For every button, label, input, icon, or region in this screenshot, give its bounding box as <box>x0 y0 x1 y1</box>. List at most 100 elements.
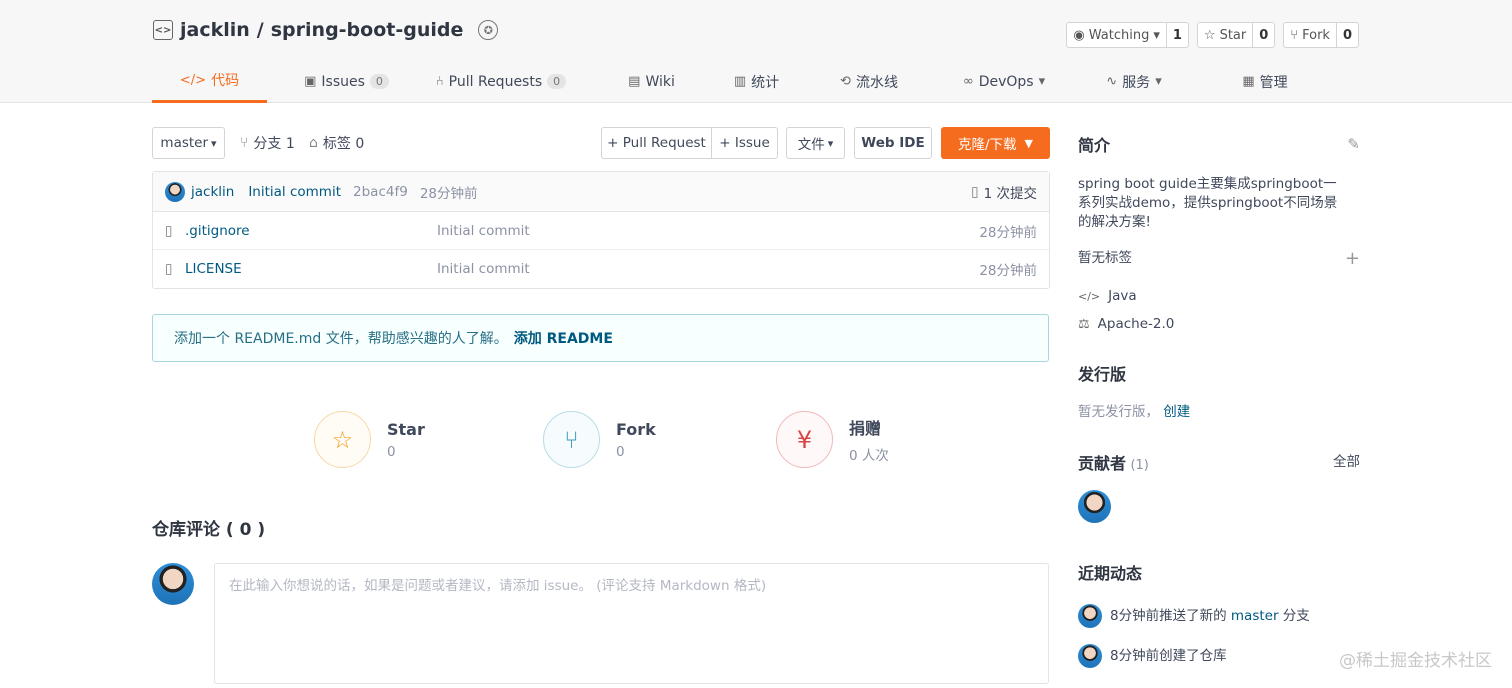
table-row[interactable]: ▯ .gitignore Initial commit 28分钟前 <box>153 212 1049 250</box>
pulse-icon: ∿ <box>1106 74 1118 89</box>
star-icon: ☆ <box>314 411 371 468</box>
avatar[interactable] <box>1078 490 1111 523</box>
releases-title: 发行版 <box>1078 365 1127 384</box>
tab-wiki[interactable]: ▤ Wiki <box>614 60 689 103</box>
tab-devops-label: DevOps <box>978 73 1034 90</box>
commit-time: 28分钟前 <box>419 185 478 202</box>
new-issue-button[interactable]: + Issue <box>711 127 778 159</box>
caret-down-icon: ▾ <box>1153 27 1160 43</box>
commit-author[interactable]: jacklin <box>191 184 234 200</box>
watch-count[interactable]: 1 <box>1165 23 1188 47</box>
issues-icon: ▣ <box>304 74 317 89</box>
tags-link[interactable]: ⌂ 标签 0 <box>309 127 364 159</box>
scale-icon: ⚖ <box>1078 317 1090 332</box>
watch-label: Watching <box>1088 27 1150 43</box>
bar-chart-icon: ▥ <box>733 74 747 89</box>
language-link[interactable]: Java <box>1108 287 1137 306</box>
file-commit-message[interactable]: Initial commit <box>437 261 530 277</box>
add-readme-link[interactable]: 添加 README <box>514 328 613 348</box>
fork-stat-label: Fork <box>616 419 656 439</box>
branches-link[interactable]: ⑂ 分支 1 <box>240 127 295 159</box>
badge-icon[interactable]: ✪ <box>478 20 499 40</box>
code-repo-icon: <> <box>153 20 173 40</box>
file-name[interactable]: .gitignore <box>185 223 437 239</box>
new-pull-request-button[interactable]: + Pull Request <box>601 127 712 159</box>
file-icon: ▯ <box>971 183 979 200</box>
repo-name[interactable]: spring-boot-guide <box>271 19 464 41</box>
tab-manage[interactable]: ▦ 管理 <box>1230 60 1300 103</box>
file-name[interactable]: LICENSE <box>185 261 437 277</box>
tab-services-label: 服务 <box>1122 74 1151 91</box>
contributors-title: 贡献者 <box>1078 454 1127 473</box>
watch-button[interactable]: ◉ Watching ▾ 1 <box>1066 22 1189 48</box>
table-row[interactable]: ▯ LICENSE Initial commit 28分钟前 <box>153 250 1049 288</box>
branch-label: master <box>160 135 209 151</box>
tab-pull-requests[interactable]: ⑃ Pull Requests 0 <box>426 60 576 103</box>
create-release-link[interactable]: 创建 <box>1163 404 1190 420</box>
activity-suffix: 分支 <box>1282 607 1310 624</box>
avatar[interactable] <box>1078 604 1102 628</box>
star-count[interactable]: 0 <box>1252 23 1274 47</box>
clone-download-button[interactable]: 克隆/下载 ▼ <box>941 127 1050 159</box>
releases-section: 发行版 暂无发行版， 创建 <box>1078 361 1360 422</box>
star-label: Star <box>1219 27 1247 43</box>
commit-hash[interactable]: 2bac4f9 <box>353 184 408 200</box>
tab-stats[interactable]: ▥ 统计 <box>719 60 794 103</box>
branch-icon: ⑂ <box>240 135 249 151</box>
file-commit-message[interactable]: Initial commit <box>437 223 530 239</box>
comments-title: 仓库评论 ( 0 ) <box>152 520 266 540</box>
tab-pipeline[interactable]: ⟲ 流水线 <box>824 60 914 103</box>
comment-input[interactable]: 在此输入你想说的话，如果是问题或者建议，请添加 issue。 (评论支持 Mar… <box>214 563 1049 684</box>
star-button[interactable]: ☆ Star 0 <box>1196 22 1276 48</box>
wiki-icon: ▤ <box>628 74 641 89</box>
caret-down-icon: ▾ <box>1038 74 1046 89</box>
files-dropdown[interactable]: 文件 ▾ <box>786 127 845 159</box>
license-link[interactable]: Apache-2.0 <box>1098 315 1175 334</box>
tab-devops[interactable]: ∞ DevOps ▾ <box>954 60 1054 103</box>
star-icon: ☆ <box>1203 27 1216 43</box>
repo-toolbar: master ▾ ⑂ 分支 1 ⌂ 标签 0 + Pull Request + Iss… <box>152 127 1050 159</box>
edit-icon[interactable]: ✎ <box>1347 135 1360 153</box>
branch-link[interactable]: master <box>1231 608 1279 624</box>
branch-select[interactable]: master ▾ <box>152 127 225 159</box>
activity-section: 近期动态 8分钟前推送了新的 master 分支 8分钟前创建了仓库 <box>1078 560 1360 668</box>
pull-request-icon: ⑃ <box>435 74 444 89</box>
no-releases-text: 暂无发行版， <box>1078 404 1159 420</box>
tab-code[interactable]: </> 代码 <box>152 60 267 103</box>
fork-button[interactable]: ⑂ Fork 0 <box>1283 22 1359 48</box>
contributors-section: 贡献者 (1) 全部 <box>1078 450 1360 523</box>
avatar[interactable] <box>165 181 185 202</box>
star-stat-count: 0 <box>387 443 396 460</box>
list-item: 8分钟前推送了新的 master 分支 <box>1078 604 1360 628</box>
fork-stat[interactable]: ⑂ Fork 0 <box>543 411 656 468</box>
pipeline-icon: ⟲ <box>840 74 851 89</box>
file-time: 28分钟前 <box>979 224 1037 241</box>
avatar[interactable] <box>152 563 194 605</box>
caret-down-icon: ▾ <box>827 136 834 150</box>
repo-owner[interactable]: jacklin <box>180 19 250 41</box>
readme-tip: 添加一个 README.md 文件，帮助感兴趣的人了解。 添加 README <box>152 314 1049 362</box>
file-icon: ▯ <box>165 222 173 239</box>
avatar[interactable] <box>1078 644 1102 668</box>
add-tag-icon[interactable]: + <box>1345 248 1360 269</box>
fork-count[interactable]: 0 <box>1335 23 1358 47</box>
issues-count: 0 <box>369 74 389 89</box>
donate-stat[interactable]: ¥ 捐赠 0 人次 <box>776 411 889 468</box>
web-ide-button[interactable]: Web IDE <box>854 127 932 159</box>
repo-header: <> jacklin / spring-boot-guide ✪ ◉ Watchi… <box>0 0 1512 103</box>
star-stat[interactable]: ☆ Star 0 <box>314 411 425 468</box>
donate-icon: ¥ <box>776 411 833 468</box>
file-icon: ▯ <box>165 261 173 277</box>
tab-issues[interactable]: ▣ Issues 0 <box>289 60 404 103</box>
commit-message[interactable]: Initial commit <box>248 184 341 200</box>
latest-commit: jacklin Initial commit 2bac4f9 28分钟前 ▯ 1 … <box>153 172 1049 212</box>
activity-text: 8分钟前创建了仓库 <box>1110 647 1227 664</box>
tab-wiki-label: Wiki <box>645 73 675 90</box>
all-contributors-link[interactable]: 全部 <box>1333 453 1360 472</box>
donate-stat-label: 捐赠 <box>849 419 882 438</box>
tab-services[interactable]: ∿ 服务 ▾ <box>1094 60 1174 103</box>
intro-section: 简介 ✎ spring boot guide主要集成springboot一系列实… <box>1078 132 1360 334</box>
commit-count-link[interactable]: ▯ 1 次提交 <box>971 182 1037 202</box>
list-item: 8分钟前创建了仓库 <box>1078 644 1360 668</box>
activity-text: 8分钟前推送了新的 <box>1110 607 1227 624</box>
